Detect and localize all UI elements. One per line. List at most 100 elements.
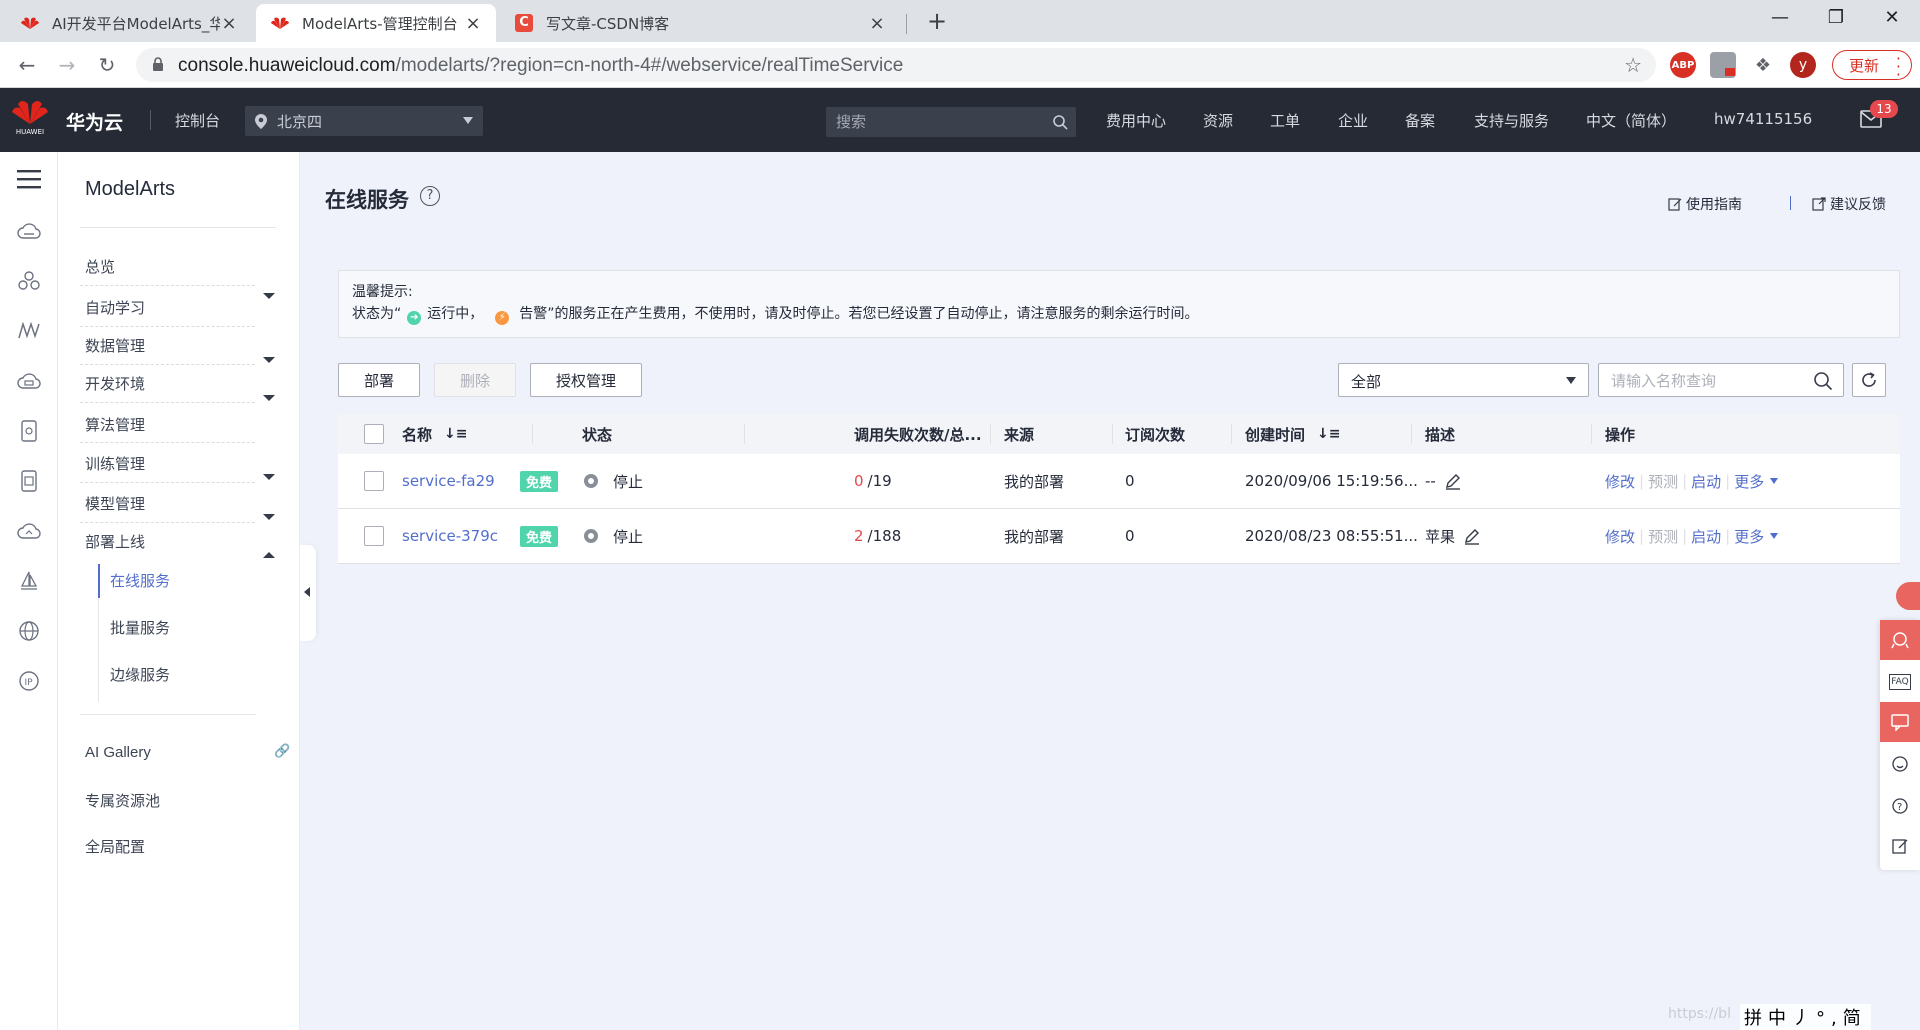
- help-question-icon[interactable]: ?: [420, 186, 440, 206]
- close-tab-icon[interactable]: ×: [868, 13, 886, 34]
- close-window-button[interactable]: ✕: [1864, 0, 1920, 38]
- customer-service-icon[interactable]: [1880, 620, 1920, 660]
- feedback-link[interactable]: 建议反馈: [1812, 194, 1886, 214]
- sidenav-item-dev-env[interactable]: 开发环境: [85, 373, 145, 394]
- faq-icon[interactable]: FAQ: [1880, 662, 1920, 702]
- edit-note-icon[interactable]: [1880, 826, 1920, 866]
- console-link[interactable]: 控制台: [175, 110, 220, 131]
- message-icon[interactable]: [1880, 702, 1920, 742]
- refresh-button[interactable]: [1852, 363, 1886, 397]
- sidenav-item-training[interactable]: 训练管理: [85, 453, 145, 474]
- global-search-input[interactable]: [836, 111, 1036, 133]
- nav-language[interactable]: 中文（简体）: [1586, 110, 1676, 131]
- browser-tab-csdn[interactable]: C 写文章-CSDN博客 ×: [500, 4, 900, 42]
- sailboat-icon[interactable]: [16, 568, 42, 594]
- forward-arrow-icon[interactable]: →: [52, 50, 82, 80]
- database-icon[interactable]: [16, 418, 42, 444]
- reload-icon[interactable]: ↻: [92, 50, 122, 80]
- globe-icon[interactable]: [16, 618, 42, 644]
- modelarts-icon[interactable]: [16, 318, 42, 344]
- maximize-window-button[interactable]: ❐: [1808, 0, 1864, 38]
- ime-toolbar[interactable]: 拼中丿°,简: [1740, 1004, 1871, 1030]
- cloud-storage-icon[interactable]: [16, 368, 42, 394]
- sidenav-item-data-management[interactable]: 数据管理: [85, 335, 145, 356]
- adblock-extension-icon[interactable]: ABP: [1670, 52, 1696, 78]
- authorize-button[interactable]: 授权管理: [530, 363, 642, 397]
- sidenav-item-model[interactable]: 模型管理: [85, 493, 145, 514]
- close-tab-icon[interactable]: ×: [464, 13, 482, 34]
- nav-username[interactable]: hw74115156: [1714, 110, 1812, 128]
- nav-support[interactable]: 支持与服务: [1474, 110, 1549, 131]
- extensions-puzzle-icon[interactable]: ❖: [1750, 52, 1776, 78]
- global-search[interactable]: [826, 107, 1076, 137]
- close-tab-icon[interactable]: ×: [220, 13, 238, 34]
- sidenav-item-overview[interactable]: 总览: [85, 256, 115, 277]
- sidenav-item-dedicated-pool[interactable]: 专属资源池: [85, 790, 160, 811]
- hamburger-menu-icon[interactable]: [16, 166, 42, 192]
- sort-icon[interactable]: ↓≡: [444, 426, 467, 442]
- smiley-feedback-icon[interactable]: [1880, 744, 1920, 784]
- back-arrow-icon[interactable]: ←: [12, 50, 42, 80]
- edit-link[interactable]: 修改: [1605, 471, 1635, 492]
- cloud-server-icon[interactable]: [16, 218, 42, 244]
- bookmark-star-icon[interactable]: ☆: [1624, 53, 1642, 77]
- profile-avatar[interactable]: y: [1790, 52, 1816, 78]
- nav-billing[interactable]: 费用中心: [1106, 110, 1166, 131]
- sidenav-sub-edge-service[interactable]: 边缘服务: [110, 664, 170, 685]
- sidenav-sub-online-service[interactable]: 在线服务: [110, 570, 170, 591]
- deploy-button[interactable]: 部署: [338, 363, 420, 397]
- service-name-link[interactable]: service-fa29: [402, 454, 495, 508]
- row-checkbox[interactable]: [364, 509, 384, 563]
- start-link[interactable]: 启动: [1691, 526, 1721, 547]
- name-search-input[interactable]: [1611, 370, 1801, 392]
- browser-tab-modelarts-console[interactable]: ModelArts-管理控制台 ×: [256, 4, 496, 42]
- browser-tab-modelarts-product[interactable]: AI开发平台ModelArts_华为云 ×: [6, 4, 252, 42]
- col-name[interactable]: 名称 ↓≡: [402, 414, 467, 454]
- sidenav-sub-batch-service[interactable]: 批量服务: [110, 617, 170, 638]
- name-search[interactable]: [1598, 363, 1844, 397]
- address-bar[interactable]: console.huaweicloud.com/modelarts/?regio…: [136, 48, 1656, 82]
- edit-pencil-icon[interactable]: [1444, 472, 1462, 490]
- cdn-cloud-icon[interactable]: [16, 518, 42, 544]
- row-checkbox[interactable]: [364, 454, 384, 508]
- delete-button[interactable]: 删除: [434, 363, 516, 397]
- chat-bot-icon[interactable]: [1896, 582, 1920, 610]
- brand-name[interactable]: 华为云: [66, 108, 123, 135]
- edit-pencil-icon[interactable]: [1463, 527, 1481, 545]
- col-created[interactable]: 创建时间 ↓≡: [1245, 414, 1340, 454]
- more-link[interactable]: 更多: [1734, 526, 1764, 547]
- huawei-logo[interactable]: HUAWEI: [12, 98, 48, 140]
- status-filter-select[interactable]: 全部: [1338, 363, 1589, 397]
- browser-update-button[interactable]: 更新 · · ·: [1832, 50, 1912, 83]
- question-icon[interactable]: ?: [1880, 786, 1920, 826]
- user-guide-link[interactable]: 使用指南: [1668, 194, 1742, 214]
- sidenav-item-global-config[interactable]: 全局配置: [85, 836, 145, 857]
- new-tab-button[interactable]: +: [922, 6, 952, 36]
- nav-tickets[interactable]: 工单: [1270, 110, 1300, 131]
- nav-filing[interactable]: 备案: [1405, 110, 1435, 131]
- predict-link[interactable]: 预测: [1648, 526, 1678, 547]
- sidenav-item-ai-gallery[interactable]: AI Gallery: [85, 744, 151, 761]
- sidenav-item-algorithm[interactable]: 算法管理: [85, 414, 145, 435]
- search-icon[interactable]: [1813, 371, 1833, 391]
- search-icon[interactable]: [1052, 114, 1068, 130]
- minimize-window-button[interactable]: —: [1752, 0, 1808, 38]
- document-database-icon[interactable]: [16, 468, 42, 494]
- nav-enterprise[interactable]: 企业: [1338, 110, 1368, 131]
- more-link[interactable]: 更多: [1734, 471, 1764, 492]
- edit-link[interactable]: 修改: [1605, 526, 1635, 547]
- cluster-icon[interactable]: [16, 268, 42, 294]
- predict-link[interactable]: 预测: [1648, 471, 1678, 492]
- start-link[interactable]: 启动: [1691, 471, 1721, 492]
- service-table: 名称 ↓≡ 状态 调用失败次数/总... 来源 订阅次数 创建时间 ↓≡ 描述 操作…: [338, 414, 1900, 564]
- sidenav-item-auto-learning[interactable]: 自动学习: [85, 297, 145, 318]
- service-name-link[interactable]: service-379c: [402, 509, 498, 563]
- select-all-checkbox[interactable]: [364, 414, 384, 454]
- extension-icon[interactable]: [1710, 52, 1736, 78]
- collapse-sidenav-button[interactable]: [300, 545, 316, 641]
- nav-resources[interactable]: 资源: [1203, 110, 1233, 131]
- ip-icon[interactable]: IP: [16, 668, 42, 694]
- region-selector[interactable]: 北京四: [245, 106, 483, 136]
- sort-icon[interactable]: ↓≡: [1317, 426, 1340, 442]
- sidenav-item-deploy[interactable]: 部署上线: [85, 531, 145, 552]
